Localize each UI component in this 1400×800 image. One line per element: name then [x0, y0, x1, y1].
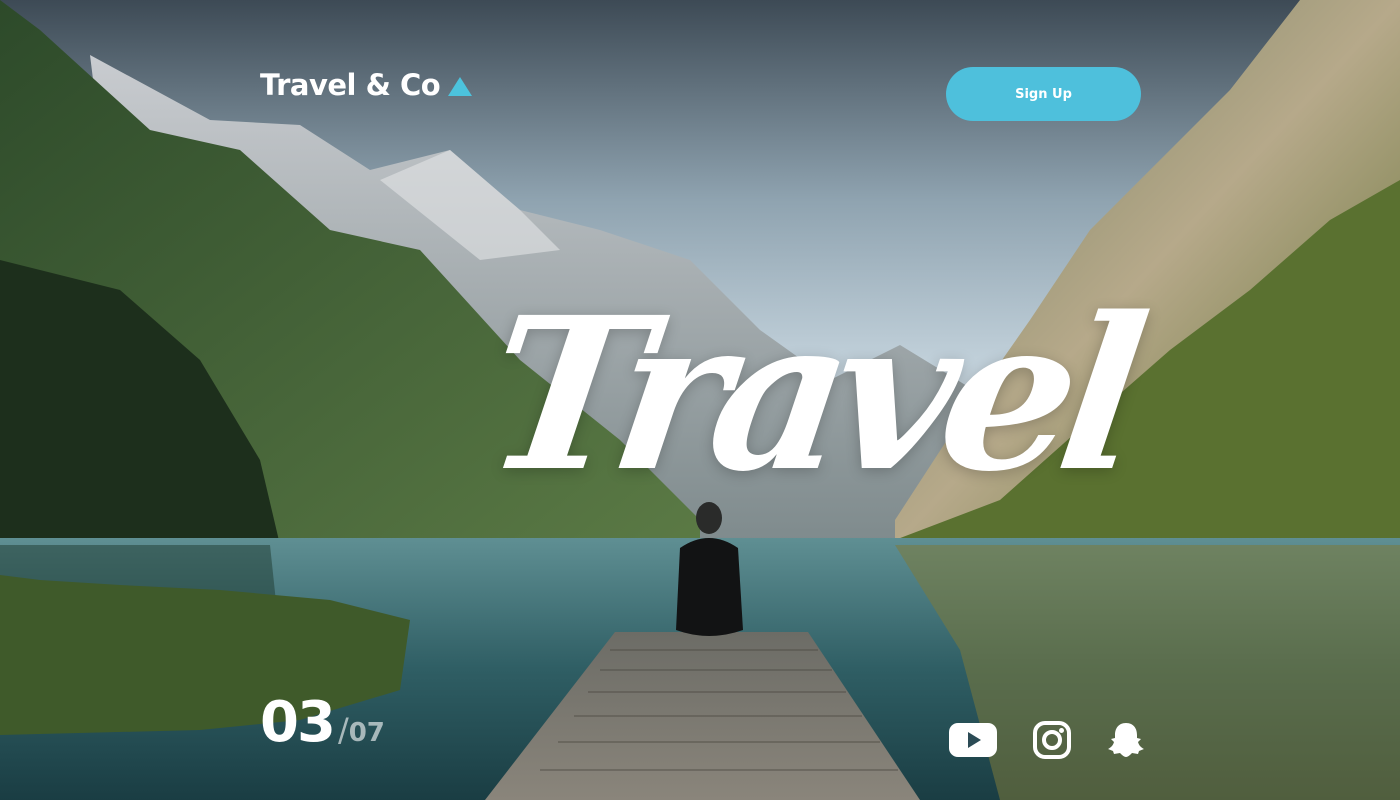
current-slide: 03 [260, 690, 336, 755]
hero-title: Travel [472, 271, 1147, 518]
instagram-icon[interactable] [1032, 720, 1072, 764]
triangle-icon [448, 76, 473, 96]
social-links [948, 720, 1146, 764]
snapchat-icon[interactable] [1106, 720, 1146, 764]
brand-logo[interactable]: Travel & Co [260, 68, 473, 102]
total-slides: 07 [348, 718, 385, 748]
slide-separator: / [337, 711, 349, 749]
slide-counter: 03 / 07 [260, 690, 385, 755]
brand-name: Travel & Co [260, 68, 441, 102]
youtube-icon[interactable] [948, 720, 998, 764]
sign-up-button[interactable]: Sign Up [946, 67, 1141, 121]
